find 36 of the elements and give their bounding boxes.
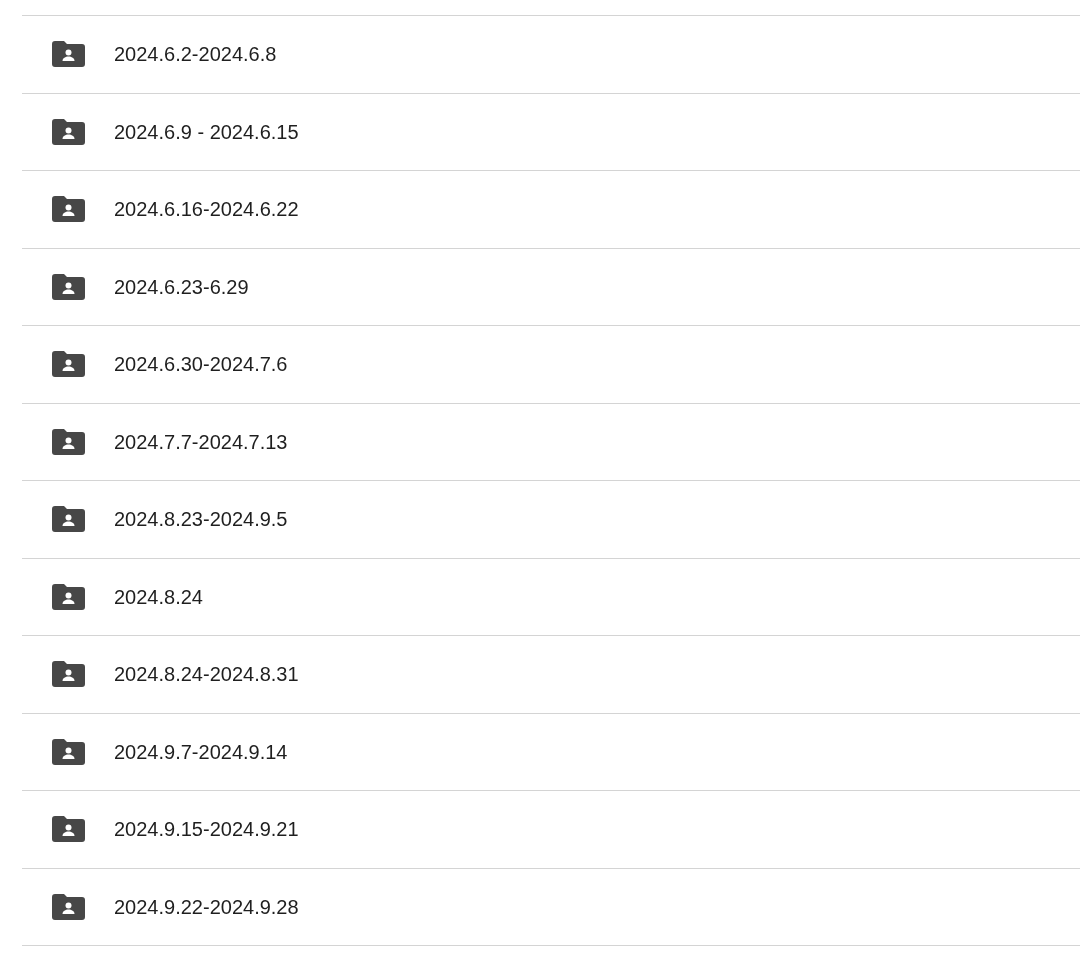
folder-row[interactable]: 2024.6.23-6.29 [22,248,1080,326]
shared-folder-icon [52,428,85,455]
shared-folder-icon [52,738,85,765]
folder-name: 2024.8.24 [114,584,203,610]
folder-name: 2024.6.2-2024.6.8 [114,42,277,68]
folder-row[interactable]: 2024.7.7-2024.7.13 [22,403,1080,481]
folder-row[interactable]: 2024.8.23-2024.9.5 [22,481,1080,559]
shared-folder-icon [52,351,85,378]
folder-row[interactable]: 2024.6.30-2024.7.6 [22,326,1080,404]
folder-row[interactable]: 2024.9.15-2024.9.21 [22,791,1080,869]
folder-row[interactable]: 2024.6.9 - 2024.6.15 [22,93,1080,171]
shared-folder-icon [52,506,85,533]
shared-folder-icon [52,273,85,300]
folder-name: 2024.8.23-2024.9.5 [114,507,288,533]
folder-name: 2024.6.30-2024.7.6 [114,352,288,378]
folder-name: 2024.9.22-2024.9.28 [114,894,299,920]
shared-folder-icon [52,661,85,688]
shared-folder-icon [52,893,85,920]
shared-folder-icon [52,118,85,145]
folder-name: 2024.9.15-2024.9.21 [114,817,299,843]
folder-name: 2024.6.23-6.29 [114,274,249,300]
shared-folder-icon [52,816,85,843]
folder-row[interactable]: 2024.6.2-2024.6.8 [22,16,1080,94]
folder-name: 2024.6.9 - 2024.6.15 [114,119,299,145]
shared-folder-icon [52,196,85,223]
folder-name: 2024.7.7-2024.7.13 [114,429,288,455]
shared-folder-icon [52,583,85,610]
folder-name: 2024.8.24-2024.8.31 [114,662,299,688]
folder-row[interactable]: 2024.8.24 [22,558,1080,636]
folder-name: 2024.6.16-2024.6.22 [114,197,299,223]
folder-row[interactable]: 2024.8.24-2024.8.31 [22,636,1080,714]
folder-row[interactable]: 2024.6.16-2024.6.22 [22,171,1080,249]
folder-row[interactable]: 2024.9.22-2024.9.28 [22,868,1080,946]
shared-folder-icon [52,41,85,68]
folder-name: 2024.9.7-2024.9.14 [114,739,288,765]
folder-row[interactable]: 2024.9.7-2024.9.14 [22,713,1080,791]
